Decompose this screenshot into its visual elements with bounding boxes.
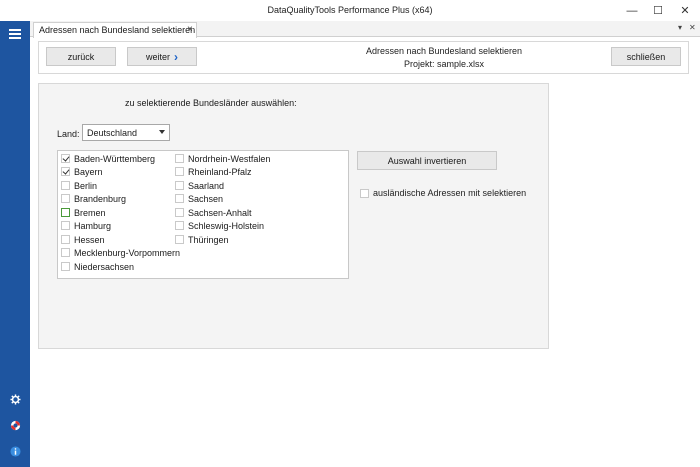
next-button-label: weiter [145, 51, 170, 62]
state-label: Thüringen [188, 234, 229, 245]
chevron-down-icon [159, 130, 165, 134]
checkbox[interactable] [175, 208, 184, 217]
state-item-sachsen[interactable]: Sachsen [175, 192, 223, 205]
state-label: Schleswig-Holstein [188, 220, 265, 231]
checkbox[interactable] [61, 235, 70, 244]
state-item-niedersachsen[interactable]: Niedersachsen [61, 260, 134, 273]
instruction-label: zu selektierende Bundesländer auswählen: [125, 98, 297, 108]
country-select[interactable]: Deutschland [82, 124, 170, 141]
foreign-addresses-checkbox[interactable] [360, 188, 369, 198]
foreign-addresses-option[interactable]: ausländische Adressen mit selektieren [360, 187, 526, 199]
close-window-button[interactable]: ✕ [670, 0, 700, 21]
checkbox[interactable] [61, 167, 70, 176]
state-item-thueringen[interactable]: Thüringen [175, 233, 229, 246]
state-label: Hamburg [74, 220, 112, 231]
checkbox[interactable] [61, 262, 70, 271]
tab-close-all-icon[interactable]: ✕ [689, 23, 696, 32]
state-item-rheinland-pfalz[interactable]: Rheinland-Pfalz [175, 165, 252, 178]
foreign-addresses-label: ausländische Adressen mit selektieren [373, 188, 527, 198]
state-item-baden-wuerttemberg[interactable]: Baden-Württemberg [61, 152, 155, 165]
checkbox[interactable] [61, 181, 70, 190]
checkbox[interactable] [61, 208, 70, 217]
tab-label: Adressen nach Bundesland selektieren [39, 25, 196, 35]
country-select-value: Deutschland [87, 127, 138, 138]
state-label: Mecklenburg-Vorpommern [74, 247, 181, 258]
state-label: Baden-Württemberg [74, 153, 156, 164]
checkbox[interactable] [175, 235, 184, 244]
tab-close-icon[interactable]: × [187, 24, 193, 35]
navigation-header: zurück weiter › Adressen nach Bundesland… [38, 41, 689, 74]
state-label: Rheinland-Pfalz [188, 166, 252, 177]
chevron-right-icon: › [174, 49, 178, 64]
state-item-bremen[interactable]: Bremen [61, 206, 106, 219]
state-item-nordrhein-westfalen[interactable]: Nordrhein-Westfalen [175, 152, 270, 165]
gear-icon[interactable] [9, 393, 22, 406]
state-item-saarland[interactable]: Saarland [175, 179, 224, 192]
page-title: Adressen nach Bundesland selektieren [365, 46, 523, 56]
checkbox[interactable] [61, 154, 70, 163]
checkbox[interactable] [175, 221, 184, 230]
menu-icon[interactable] [9, 29, 21, 39]
checkbox[interactable] [61, 248, 70, 257]
state-label: Bayern [74, 166, 103, 177]
state-label: Sachsen [188, 193, 224, 204]
window-title-bar: DataQualityTools Performance Plus (x64) … [0, 0, 700, 21]
maximize-button[interactable]: ☐ [643, 0, 673, 21]
state-label: Saarland [188, 180, 225, 191]
sidebar [0, 21, 30, 467]
land-label: Land: [57, 129, 80, 139]
checkbox[interactable] [175, 181, 184, 190]
state-item-berlin[interactable]: Berlin [61, 179, 97, 192]
state-item-bayern[interactable]: Bayern [61, 165, 103, 178]
checkbox[interactable] [175, 154, 184, 163]
state-item-hamburg[interactable]: Hamburg [61, 219, 111, 232]
back-button[interactable]: zurück [46, 47, 116, 66]
state-label: Sachsen-Anhalt [188, 207, 252, 218]
window-title: DataQualityTools Performance Plus (x64) [267, 5, 433, 15]
state-item-sachsen-anhalt[interactable]: Sachsen-Anhalt [175, 206, 252, 219]
checkbox[interactable] [61, 221, 70, 230]
state-item-schleswig-holstein[interactable]: Schleswig-Holstein [175, 219, 264, 232]
lifebuoy-icon[interactable] [9, 419, 22, 432]
state-label: Bremen [74, 207, 106, 218]
state-item-hessen[interactable]: Hessen [61, 233, 105, 246]
next-button[interactable]: weiter › [127, 47, 197, 66]
checkbox[interactable] [175, 167, 184, 176]
checkbox[interactable] [61, 194, 70, 203]
selection-panel: zu selektierende Bundesländer auswählen:… [38, 83, 549, 349]
state-label: Hessen [74, 234, 105, 245]
state-label: Niedersachsen [74, 261, 135, 272]
checkbox[interactable] [175, 194, 184, 203]
project-name: Projekt: sample.xlsx [403, 59, 485, 69]
state-label: Nordrhein-Westfalen [188, 153, 271, 164]
state-label: Brandenburg [74, 193, 127, 204]
invert-selection-button[interactable]: Auswahl invertieren [357, 151, 497, 170]
state-label: Berlin [74, 180, 98, 191]
state-item-mecklenburg-vorpommern[interactable]: Mecklenburg-Vorpommern [61, 246, 180, 259]
state-item-brandenburg[interactable]: Brandenburg [61, 192, 126, 205]
close-button[interactable]: schließen [611, 47, 681, 66]
info-icon[interactable] [9, 445, 22, 458]
tab-strip: Adressen nach Bundesland selektieren × ▾… [30, 21, 700, 38]
tab-list-dropdown-icon[interactable]: ▾ [678, 23, 682, 32]
tab-adressen-bundesland[interactable]: Adressen nach Bundesland selektieren × [33, 22, 197, 38]
state-checklist: Baden-Württemberg Bayern Berlin Brandenb… [57, 150, 349, 279]
